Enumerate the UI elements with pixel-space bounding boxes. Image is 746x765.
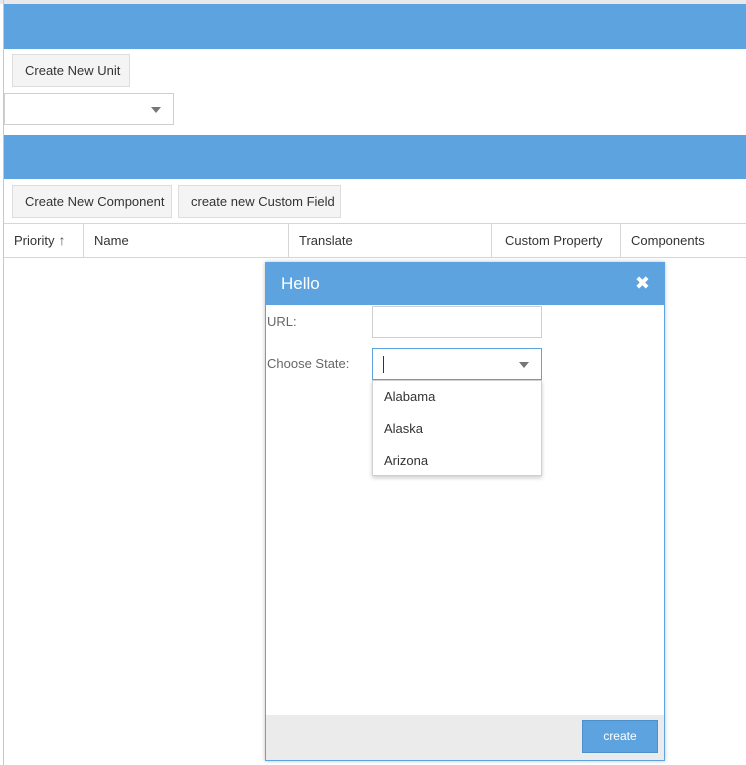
create-custom-field-button[interactable]: create new Custom Field <box>178 185 341 218</box>
column-header-custom-property[interactable]: Custom Property <box>492 224 621 257</box>
column-header-label: Priority <box>14 233 55 248</box>
text-cursor <box>383 356 384 373</box>
unit-select[interactable] <box>4 93 174 125</box>
url-label: URL: <box>267 314 297 329</box>
column-header-translate[interactable]: Translate <box>289 224 492 257</box>
column-header-priority[interactable]: Priority ↑ <box>4 224 84 257</box>
hello-dialog: Hello ✖ URL: Choose State: Alabama Alask… <box>265 262 665 761</box>
create-button[interactable]: create <box>582 720 658 753</box>
column-header-name[interactable]: Name <box>84 224 289 257</box>
sort-ascending-icon[interactable]: ↑ <box>58 224 65 257</box>
state-select[interactable] <box>372 348 542 380</box>
state-option[interactable]: Arizona <box>373 445 541 477</box>
column-header-label: Translate <box>299 233 353 248</box>
chevron-down-icon <box>151 107 161 113</box>
choose-state-label: Choose State: <box>267 356 350 371</box>
chevron-down-icon[interactable] <box>519 362 529 368</box>
column-header-label: Name <box>94 233 129 248</box>
state-dropdown-list: Alabama Alaska Arizona <box>372 380 542 476</box>
grid-header: Priority ↑ Name Translate Custom Property… <box>4 223 746 258</box>
units-header-bar <box>4 4 746 49</box>
column-header-label: Components <box>631 233 705 248</box>
components-header-bar <box>4 135 746 179</box>
state-option[interactable]: Alaska <box>373 413 541 445</box>
dialog-title: Hello <box>281 274 320 293</box>
close-icon[interactable]: ✖ <box>635 273 650 294</box>
column-header-components[interactable]: Components <box>621 224 746 257</box>
state-option[interactable]: Alabama <box>373 381 541 413</box>
url-input[interactable] <box>372 306 542 338</box>
create-new-component-button[interactable]: Create New Component <box>12 185 172 218</box>
column-header-label: Custom Property <box>505 233 603 248</box>
dialog-titlebar[interactable]: Hello ✖ <box>266 263 664 305</box>
create-new-unit-button[interactable]: Create New Unit <box>12 54 130 87</box>
dialog-footer: create <box>266 715 664 760</box>
